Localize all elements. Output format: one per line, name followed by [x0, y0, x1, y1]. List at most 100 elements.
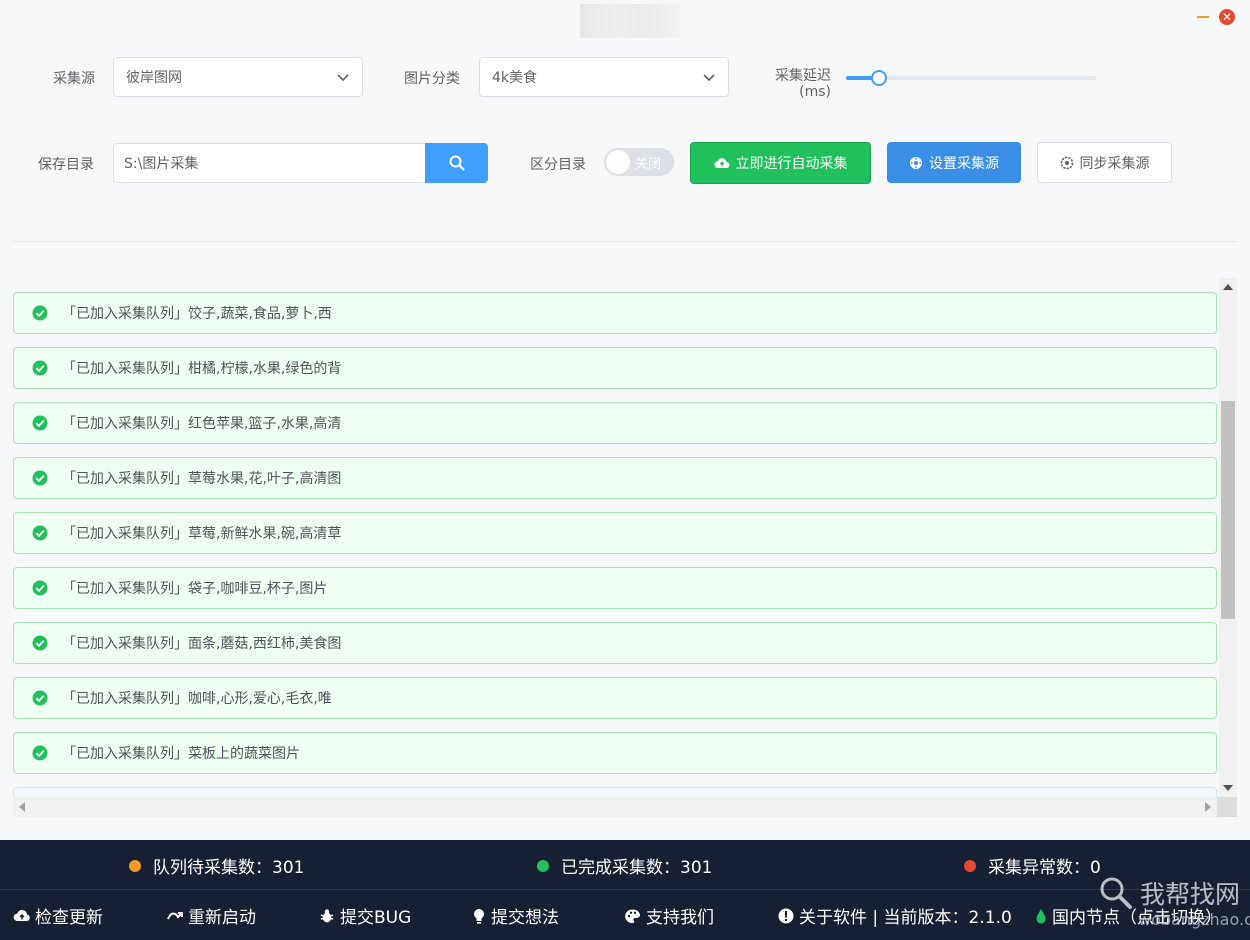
- list-item-text: 「已加入采集队列」饺子,蔬菜,食品,萝卜,西: [62, 306, 332, 322]
- list-item: 「已加入采集队列」面条,蘑菇,西红柿,美食图: [13, 622, 1217, 664]
- category-label: 图片分类: [404, 71, 460, 87]
- bug-icon: [320, 908, 334, 922]
- check-circle-icon: [32, 745, 48, 761]
- source-select[interactable]: 彼岸图网: [113, 57, 363, 97]
- check-circle-icon: [32, 580, 48, 596]
- set-source-label: 设置采集源: [929, 155, 999, 172]
- watermark-text: 我帮找网: [1140, 880, 1241, 909]
- submit-bug-link[interactable]: 提交BUG: [318, 903, 411, 928]
- delay-label: 采集延迟 (ms): [770, 68, 831, 100]
- sync-source-label: 同步采集源: [1079, 155, 1150, 172]
- support-us-label: 支持我们: [646, 908, 714, 928]
- scroll-up-arrow-icon[interactable]: [1223, 284, 1233, 290]
- list-item: 「已加入采集队列」咖啡,心形,爱心,毛衣,唯: [13, 677, 1217, 719]
- check-circle-icon: [32, 525, 48, 541]
- toggle-state-text: 关闭: [635, 157, 662, 172]
- sync-source-button[interactable]: 同步采集源: [1037, 142, 1172, 183]
- cloud-upload-icon: [713, 158, 729, 169]
- window-title-blurred: [580, 4, 680, 38]
- water-drop-icon: [1036, 908, 1046, 923]
- support-us-link[interactable]: 支持我们: [624, 903, 714, 928]
- list-item: 「已加入采集队列」红色苹果,篮子,水果,高清: [13, 402, 1217, 444]
- gear-icon: [1060, 156, 1073, 169]
- done-count-stat: 已完成采集数：301: [537, 853, 712, 878]
- list-item: 「已加入采集队列」草莓水果,花,叶子,高清图: [13, 457, 1217, 499]
- watermark-url: wobangzhao.com: [1138, 910, 1250, 929]
- category-select[interactable]: 4k美食: [479, 57, 729, 97]
- delay-label-unit: (ms): [799, 84, 831, 100]
- restart-label: 重新启动: [188, 908, 256, 928]
- info-icon: [778, 908, 794, 923]
- auto-collect-label: 立即进行自动采集: [735, 156, 848, 172]
- list-item-text: 「已加入采集队列」袋子,咖啡豆,杯子,图片: [62, 581, 328, 597]
- delay-slider[interactable]: [846, 70, 1096, 86]
- save-dir-input[interactable]: [113, 143, 426, 183]
- error-count-text: 采集异常数：0: [988, 858, 1101, 878]
- list-item-text: 「已加入采集队列」草莓水果,花,叶子,高清图: [62, 471, 342, 487]
- scroll-down-arrow-icon[interactable]: [1223, 785, 1233, 791]
- check-circle-icon: [32, 415, 48, 431]
- collect-log-list[interactable]: 「已加入采集队列」饺子,蔬菜,食品,萝卜,西「已加入采集队列」柑橘,柠檬,水果,…: [13, 278, 1217, 797]
- save-dir-label: 保存目录: [38, 157, 94, 173]
- horizontal-scrollbar[interactable]: [13, 797, 1217, 817]
- pending-count-text: 队列待采集数：301: [153, 858, 305, 878]
- chevron-down-icon: [337, 74, 349, 82]
- list-item: 「已加入采集队列」袋子,咖啡豆,杯子,图片: [13, 567, 1217, 609]
- done-count-text: 已完成采集数：301: [561, 858, 713, 878]
- section-divider: [13, 241, 1237, 242]
- toggle-knob: [606, 150, 630, 174]
- gear-icon: [910, 156, 922, 169]
- about-link[interactable]: 关于软件 | 当前版本：2.1.0: [777, 903, 1012, 928]
- delay-slider-handle[interactable]: [870, 70, 887, 86]
- list-item-text: 「已加入采集队列」咖啡,心形,爱心,毛衣,唯: [62, 691, 332, 707]
- footer-links: 检查更新 重新启动 提交BUG 提交想法 支持我们 关于软件 | 当前版本：2.…: [0, 890, 1250, 940]
- check-circle-icon: [32, 690, 48, 706]
- set-source-button[interactable]: 设置采集源: [887, 142, 1021, 183]
- list-item: 「已加入采集队列」饺子,蔬菜,食品,萝卜,西: [13, 292, 1217, 334]
- status-footer: 队列待采集数：301 已完成采集数：301 采集异常数：0 检查更新 重新启动 …: [0, 840, 1250, 940]
- delay-label-line1: 采集延迟: [775, 68, 831, 84]
- scrollbar-corner: [1217, 797, 1237, 817]
- check-circle-icon: [32, 305, 48, 321]
- list-item: 「已加入采集队列」草莓,新鲜水果,碗,高清草: [13, 512, 1217, 554]
- search-icon: [449, 155, 465, 171]
- minimize-button[interactable]: [1195, 8, 1211, 24]
- split-dir-toggle[interactable]: 关闭: [604, 148, 674, 176]
- auto-collect-button[interactable]: 立即进行自动采集: [690, 142, 871, 184]
- chevron-down-icon: [703, 74, 715, 82]
- source-select-value: 彼岸图网: [126, 70, 182, 86]
- pending-count-stat: 队列待采集数：301: [129, 853, 304, 878]
- error-count-stat: 采集异常数：0: [964, 853, 1101, 878]
- check-circle-icon: [32, 635, 48, 651]
- check-circle-icon: [32, 360, 48, 376]
- scroll-left-arrow-icon[interactable]: [19, 802, 25, 812]
- palette-icon: [625, 908, 640, 923]
- vertical-scrollbar[interactable]: [1219, 278, 1237, 797]
- list-item-text: 「已加入采集队列」面条,蘑菇,西红柿,美食图: [62, 636, 342, 652]
- check-circle-icon: [32, 470, 48, 486]
- check-update-link[interactable]: 检查更新: [13, 903, 103, 928]
- submit-bug-label: 提交BUG: [340, 908, 412, 928]
- list-item-text: 「已加入采集队列」菜板上的蔬菜图片: [62, 746, 300, 762]
- watermark: 我帮找网: [1098, 875, 1240, 911]
- about-label: 关于软件 | 当前版本：2.1.0: [799, 908, 1012, 928]
- list-item-text: 「已加入采集队列」草莓,新鲜水果,碗,高清草: [62, 526, 342, 542]
- source-label: 采集源: [53, 71, 95, 87]
- submit-idea-label: 提交想法: [491, 908, 559, 928]
- done-dot-icon: [537, 859, 549, 872]
- split-dir-label: 区分目录: [530, 157, 586, 173]
- list-item-partial: [13, 787, 1217, 797]
- magnifier-logo-icon: [1100, 877, 1132, 909]
- list-item-text: 「已加入采集队列」红色苹果,篮子,水果,高清: [62, 416, 342, 432]
- stats-row: 队列待采集数：301 已完成采集数：301 采集异常数：0: [0, 840, 1250, 889]
- scrollbar-thumb[interactable]: [1221, 401, 1235, 619]
- scroll-right-arrow-icon[interactable]: [1205, 802, 1211, 812]
- list-item: 「已加入采集队列」柑橘,柠檬,水果,绿色的背: [13, 347, 1217, 389]
- submit-idea-link[interactable]: 提交想法: [471, 903, 559, 928]
- browse-dir-button[interactable]: [425, 143, 488, 183]
- pending-dot-icon: [129, 859, 141, 872]
- check-update-label: 检查更新: [35, 908, 103, 928]
- restart-link[interactable]: 重新启动: [166, 903, 256, 928]
- error-dot-icon: [964, 859, 976, 872]
- close-button[interactable]: ✕: [1219, 9, 1235, 25]
